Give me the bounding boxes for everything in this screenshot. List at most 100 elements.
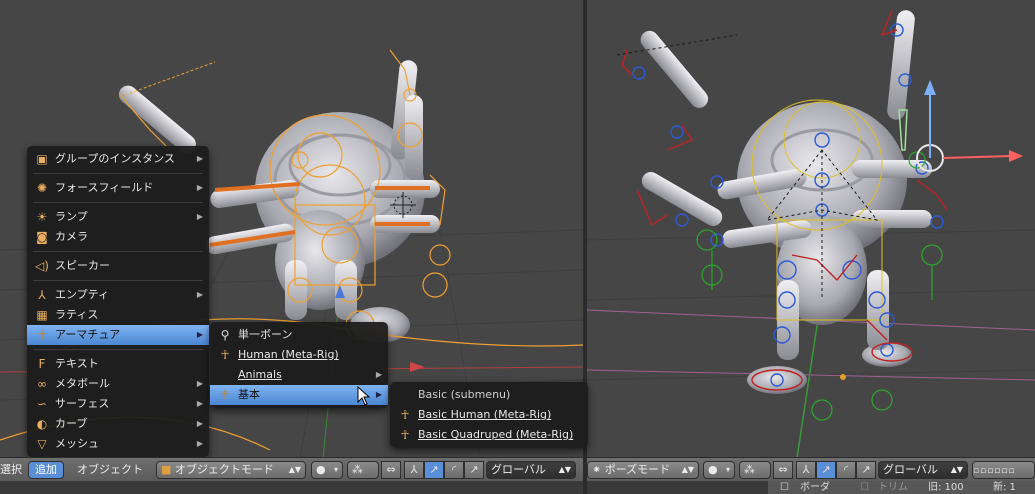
- old-value-field[interactable]: 旧: 100: [928, 481, 964, 494]
- menu-add[interactable]: 追加: [28, 461, 64, 479]
- solid-shading-icon: ●: [708, 463, 718, 476]
- manipulator-icon: ⇔: [778, 463, 788, 476]
- rotate-button-right[interactable]: ◜: [836, 461, 856, 479]
- bone-icon: ⚲: [220, 328, 230, 342]
- menu-separator: [33, 202, 203, 203]
- menu-object[interactable]: オブジェクト: [77, 461, 143, 479]
- trim-checkbox[interactable]: ☐: [860, 481, 869, 494]
- left-viewport-header: 選択 追加 オブジェクト ■ オブジェクトモード ▲▼ ● ▾ ⁂ ⇔ ⅄ ↗ ◜…: [0, 457, 583, 481]
- menu-separator: [33, 173, 203, 174]
- solid-shading-icon: ●: [316, 463, 326, 476]
- scale-button-right[interactable]: ↗: [856, 461, 876, 479]
- dropdown-icon: ▲▼: [681, 465, 694, 474]
- menu-item-basic-quadruped[interactable]: ☥ Basic Quadruped (Meta-Rig): [390, 425, 588, 445]
- submenu-arrow-icon: ▶: [196, 183, 203, 192]
- pivot-icon: ⁂: [352, 463, 363, 476]
- menu-item-armature[interactable]: ☥ アーマチュア ▶: [27, 325, 209, 345]
- basic-submenu: Basic (submenu) ☥ Basic Human (Meta-Rig) …: [390, 382, 588, 448]
- menu-select[interactable]: 選択: [0, 461, 22, 479]
- menu-item-text[interactable]: F テキスト: [27, 354, 209, 374]
- pivot-select-right[interactable]: ⁂: [739, 461, 771, 479]
- menu-item-camera[interactable]: ◙ カメラ: [27, 227, 209, 247]
- orientation-label: グローバル: [883, 463, 938, 476]
- dropdown-icon: ▾: [725, 465, 730, 474]
- menu-item-single-bone[interactable]: ⚲ 単一ボーン: [210, 325, 388, 345]
- shading-select-right[interactable]: ● ▾: [703, 461, 735, 479]
- menu-item-basic-human[interactable]: ☥ Basic Human (Meta-Rig): [390, 405, 588, 425]
- rotate-icon: ◜: [451, 463, 457, 476]
- rotate-button[interactable]: ◜: [444, 461, 464, 479]
- orientation-select-right[interactable]: グローバル ▲▼: [878, 461, 968, 479]
- menu-separator: [33, 251, 203, 252]
- menu-item-surface[interactable]: ∽ サーフェス ▶: [27, 394, 209, 414]
- mesh-icon: ▽: [37, 437, 47, 451]
- new-value-field[interactable]: 新: 1: [993, 481, 1016, 494]
- menu-item-basic-submenu-title: Basic (submenu): [418, 388, 511, 401]
- right-3d-viewport[interactable]: [587, 0, 1035, 458]
- scale-icon: ↗: [469, 463, 479, 476]
- translate-button[interactable]: ↗: [424, 461, 444, 479]
- shading-select[interactable]: ● ▾: [311, 461, 343, 479]
- axes-icon: ⅄: [802, 463, 810, 476]
- empty-icon: ⅄: [38, 288, 46, 302]
- layer-buttons[interactable]: ▫▫▫▫▫▫: [972, 461, 1035, 479]
- operator-status-bar: ☐ ボーダ ☐ トリム 旧: 100 新: 1: [768, 481, 1035, 494]
- armature-icon: ☥: [220, 388, 230, 402]
- menu-item-metaball[interactable]: ∞ メタボール ▶: [27, 374, 209, 394]
- menu-item-force-field[interactable]: ✺ フォースフィールド ▶: [27, 178, 209, 198]
- menu-item-animals[interactable]: Animals ▶: [210, 365, 388, 385]
- submenu-arrow-icon: ▶: [196, 330, 203, 339]
- scale-button[interactable]: ↗: [464, 461, 484, 479]
- menu-item-human-meta-rig[interactable]: ☥ Human (Meta-Rig): [210, 345, 388, 365]
- pose-mode-icon: ⁕: [592, 463, 602, 476]
- armature-icon: ☥: [37, 328, 47, 342]
- pivot-select[interactable]: ⁂: [347, 461, 379, 479]
- group-icon: ▣: [36, 152, 48, 166]
- manipulator-toggle[interactable]: ⇔: [381, 461, 401, 479]
- menu-item-empty[interactable]: ⅄ エンプティ ▶: [27, 285, 209, 305]
- object-mode-icon: ■: [161, 463, 172, 476]
- submenu-arrow-icon: ▶: [196, 290, 203, 299]
- force-field-icon: ✺: [36, 181, 48, 195]
- transform-axes-button-right[interactable]: ⅄: [796, 461, 816, 479]
- translate-icon: ↗: [821, 463, 831, 476]
- axes-icon: ⅄: [410, 463, 418, 476]
- submenu-arrow-icon: ▶: [375, 370, 382, 379]
- submenu-arrow-icon: ▶: [196, 439, 203, 448]
- mouse-cursor-icon: [357, 386, 371, 406]
- manipulator-toggle-right[interactable]: ⇔: [773, 461, 793, 479]
- manipulator-icon: ⇔: [386, 463, 396, 476]
- translate-button-right[interactable]: ↗: [816, 461, 836, 479]
- armature-icon: ☥: [400, 428, 410, 442]
- border-label: ボーダ: [800, 482, 830, 493]
- orientation-select[interactable]: グローバル ▲▼: [486, 461, 576, 479]
- border-checkbox[interactable]: ☐: [780, 481, 789, 494]
- menu-item-lattice[interactable]: ▦ ラティス: [27, 305, 209, 325]
- dropdown-icon: ▲▼: [558, 465, 571, 474]
- metaball-icon: ∞: [37, 377, 47, 391]
- lattice-icon: ▦: [36, 308, 48, 322]
- submenu-arrow-icon: ▶: [196, 379, 203, 388]
- menu-item-speaker[interactable]: ◁) スピーカー: [27, 256, 209, 276]
- menu-item-lamp[interactable]: ☀ ランプ ▶: [27, 207, 209, 227]
- submenu-arrow-icon: ▶: [196, 154, 203, 163]
- mode-select[interactable]: ■ オブジェクトモード ▲▼: [156, 461, 306, 479]
- right-viewport-scene: [587, 9, 1035, 458]
- armature-icon: ☥: [220, 348, 230, 362]
- mode-select-label: オブジェクトモード: [174, 463, 274, 476]
- menu-item-group-instance[interactable]: ▣ グループのインスタンス ▶: [27, 149, 209, 169]
- dropdown-icon: ▲▼: [950, 465, 963, 474]
- menu-item-mesh[interactable]: ▽ メッシュ ▶: [27, 434, 209, 454]
- submenu-arrow-icon: ▶: [196, 419, 203, 428]
- orientation-label: グローバル: [491, 463, 546, 476]
- submenu-arrow-icon: ▶: [196, 399, 203, 408]
- translate-icon: ↗: [429, 463, 439, 476]
- armature-icon: ☥: [400, 408, 410, 422]
- lamp-icon: ☀: [36, 210, 48, 224]
- pose-mode-select[interactable]: ⁕ ポーズモード ▲▼: [587, 461, 699, 479]
- submenu-arrow-icon: ▶: [375, 390, 382, 399]
- transform-axes-button[interactable]: ⅄: [404, 461, 424, 479]
- camera-icon: ◙: [36, 230, 48, 244]
- menu-item-curve[interactable]: ◐ カーブ ▶: [27, 414, 209, 434]
- speaker-icon: ◁): [35, 259, 49, 273]
